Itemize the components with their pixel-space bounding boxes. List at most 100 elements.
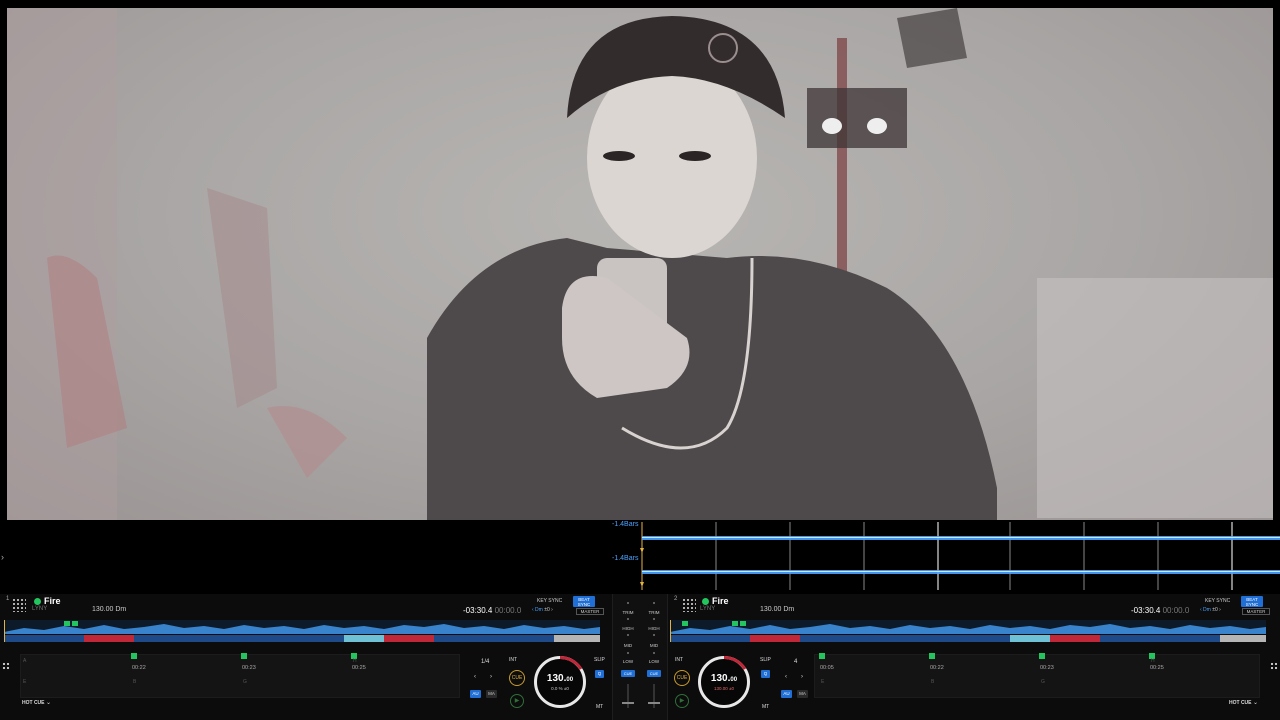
channel-fader-1[interactable]: [627, 684, 629, 708]
playing-indicator-icon: [702, 598, 709, 605]
fader-cap-2[interactable]: [648, 702, 660, 704]
playing-indicator-icon: [34, 598, 41, 605]
jog-pitch: 130.00 ±0: [714, 686, 734, 691]
video-frame-image: [7, 8, 1273, 520]
hot-cue-pads[interactable]: A E 00:22 B 00:23 G 00:25 H: [20, 653, 460, 698]
cue-point-marker[interactable]: [241, 653, 247, 659]
play-pause-button[interactable]: ▶: [675, 694, 689, 708]
play-pause-button[interactable]: ▶: [510, 694, 524, 708]
key-selector[interactable]: ‹ Dm ±0 ›: [532, 607, 553, 613]
deck2-bar-offset-label: -1.4Bars: [612, 555, 639, 562]
int-dropdown[interactable]: INT: [509, 657, 517, 663]
left-panel-grid-icon[interactable]: [2, 662, 10, 670]
cue-letter: H: [353, 658, 357, 664]
deck-menu-grid-icon[interactable]: [682, 598, 696, 612]
mixer-dot: [653, 634, 655, 636]
loop-length[interactable]: 4: [794, 659, 797, 665]
jog-wheel[interactable]: 130.00 0.0 % ±0: [534, 656, 586, 708]
fader-cap-1[interactable]: [622, 702, 634, 704]
cue-point-marker[interactable]: [1039, 653, 1045, 659]
key-sync-label[interactable]: KEY SYNC: [1205, 598, 1230, 604]
quantize-button[interactable]: Q: [761, 670, 770, 678]
mixer-dot: [627, 652, 629, 654]
jog-wheel[interactable]: 130.00 130.00 ±0: [698, 656, 750, 708]
deck-number: 1: [6, 596, 10, 602]
cue-time: 00:23: [1040, 665, 1054, 671]
deck-menu-grid-icon[interactable]: [12, 598, 26, 612]
quantize-button[interactable]: Q: [595, 670, 604, 678]
cue-point-marker[interactable]: [819, 653, 825, 659]
chevron-down-icon[interactable]: ⌄: [46, 699, 51, 706]
cue-button[interactable]: CUE: [674, 670, 690, 686]
jog-bpm-dec: 00: [730, 677, 738, 683]
mixer-dot: [627, 602, 629, 604]
cue-time: 00:22: [930, 665, 944, 671]
mt-button[interactable]: MT: [762, 704, 769, 710]
time-remaining: -03:30.4: [1131, 606, 1161, 615]
jog-bpm-int: 130.: [710, 673, 731, 684]
auto-button[interactable]: AU: [781, 690, 792, 698]
time-remaining: -03:30.4: [463, 606, 493, 615]
chevron-down-icon[interactable]: ⌄: [1253, 699, 1258, 706]
zoomed-waveform-strip[interactable]: -1.4Bars -1.4Bars: [0, 520, 1280, 592]
mt-button[interactable]: MT: [596, 704, 603, 710]
loop-prev-icon[interactable]: ‹: [474, 674, 476, 680]
beat-sync-button[interactable]: BEAT SYNC: [1241, 596, 1263, 607]
master-button[interactable]: MASTER: [576, 608, 604, 615]
manual-button[interactable]: MA: [486, 690, 497, 698]
low-eq-knob-2[interactable]: LOW: [645, 659, 663, 664]
key-offset: ±0 ›: [544, 607, 553, 613]
deck-2: 2 Fire LYNY 130.00 Dm -03:30.4 00:00.0 K…: [668, 594, 1280, 720]
cue-time: 00:22: [132, 665, 146, 671]
jog-bpm-int: 130.: [546, 673, 567, 684]
cue-letter: G: [1041, 679, 1045, 685]
video-feed: [7, 8, 1273, 520]
time-display: -03:30.4 00:00.0: [1131, 606, 1189, 615]
loop-length[interactable]: 1/4: [481, 659, 489, 665]
track-overview-waveform[interactable]: [4, 620, 600, 642]
loop-next-icon[interactable]: ›: [490, 674, 492, 680]
key-offset: ±0 ›: [1212, 607, 1221, 613]
manual-button[interactable]: MA: [797, 690, 808, 698]
deck-number: 2: [674, 596, 678, 602]
track-overview-waveform[interactable]: [670, 620, 1266, 642]
trim-knob-1[interactable]: TRIM: [619, 610, 637, 615]
key-selector[interactable]: ‹ Dm ±0 ›: [1200, 607, 1221, 613]
trim-knob-2[interactable]: TRIM: [645, 610, 663, 615]
expand-arrow-icon[interactable]: ›: [1, 552, 4, 562]
cue-point-marker[interactable]: [131, 653, 137, 659]
hot-cue-dropdown[interactable]: HOT CUE: [1229, 700, 1252, 706]
low-eq-knob-1[interactable]: LOW: [619, 659, 637, 664]
auto-button[interactable]: AU: [470, 690, 481, 698]
cue-letter: G: [243, 679, 247, 685]
track-artist: LYNY: [32, 606, 48, 612]
time-elapsed: 00:00.0: [494, 606, 522, 615]
loop-next-icon[interactable]: ›: [801, 674, 803, 680]
deck-1: 1 Fire LYNY 130.00 Dm -03:30.4 00:00.0 K…: [0, 594, 612, 720]
slip-button[interactable]: SLIP: [760, 657, 771, 663]
right-panel-grid-icon[interactable]: [1270, 662, 1278, 670]
hot-cue-pads[interactable]: 00:05 E 00:22 B 00:23 G 00:25 H: [814, 653, 1260, 698]
cue-letter: E: [821, 679, 825, 685]
beat-sync-button[interactable]: BEAT SYNC: [573, 596, 595, 607]
high-eq-knob-1[interactable]: HIGH: [619, 626, 637, 631]
headphone-cue-2[interactable]: CUE: [647, 670, 661, 677]
mid-eq-knob-2[interactable]: MID: [645, 643, 663, 648]
zoomed-waveforms: [640, 522, 1280, 590]
cue-button[interactable]: CUE: [509, 670, 525, 686]
int-dropdown[interactable]: INT: [675, 657, 683, 663]
high-eq-knob-2[interactable]: HIGH: [645, 626, 663, 631]
mid-eq-knob-1[interactable]: MID: [619, 643, 637, 648]
master-button[interactable]: MASTER: [1242, 608, 1270, 615]
loop-prev-icon[interactable]: ‹: [785, 674, 787, 680]
hot-cue-dropdown[interactable]: HOT CUE: [22, 700, 45, 706]
cue-letter: B: [133, 679, 137, 685]
mixer-dot: [653, 618, 655, 620]
mixer-dot: [627, 634, 629, 636]
headphone-cue-1[interactable]: CUE: [621, 670, 635, 677]
key-sync-label[interactable]: KEY SYNC: [537, 598, 562, 604]
bpm-key: 130.00 Dm: [92, 606, 127, 613]
cue-point-marker[interactable]: [929, 653, 935, 659]
channel-fader-2[interactable]: [653, 684, 655, 708]
slip-button[interactable]: SLIP: [594, 657, 605, 663]
